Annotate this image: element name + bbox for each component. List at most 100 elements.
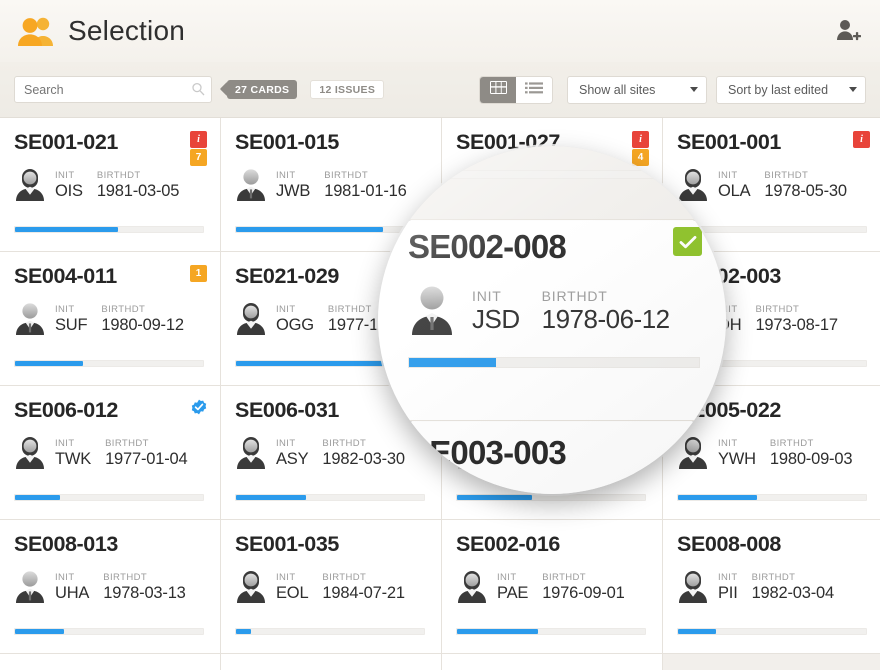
chevron-down-icon (849, 87, 857, 92)
sort-filter-select[interactable]: Sort by last edited (716, 75, 866, 104)
card-se004-011[interactable]: SE004-011 1 INIT SUF BIRTHDT 1980-09-12 (0, 252, 220, 385)
card-init-label: INIT (55, 572, 75, 584)
card-birthdt-field: BIRTHDT 1984-07-21 (322, 572, 405, 602)
add-user-icon[interactable] (832, 16, 862, 46)
magnified-fields: INIT JSD BIRTHDT 1978-06-12 (472, 288, 670, 335)
card-birthdt-field: BIRTHDT 1978-03-13 (103, 572, 186, 602)
card-fields: INIT DH BIRTHDT 1973-08-17 (718, 304, 838, 334)
site-filter-value: Show all sites (579, 82, 656, 97)
verified-badge-icon (191, 399, 207, 415)
filter-group: Show all sites Sort by last edited (567, 75, 866, 104)
card-se006-012[interactable]: SE006-012 INIT TWK BIRTHDT 1977-01-04 (0, 386, 220, 519)
info-badge[interactable]: i (190, 131, 207, 148)
magnified-row-above (378, 146, 726, 220)
grid-view-button[interactable] (480, 76, 517, 103)
magnified-init-label: INIT (472, 287, 502, 304)
card-se002-016[interactable]: SE002-016 INIT PAE BIRTHDT 1976-09-01 (442, 520, 662, 653)
card-init-value: EOL (276, 583, 309, 602)
card-progress-bar (14, 628, 204, 635)
card-init-field: INIT OGG (276, 304, 314, 334)
card-badges: i (853, 131, 870, 148)
people-icon (18, 15, 56, 47)
card-birthdt-value: 1976-09-01 (542, 583, 625, 602)
card-birthdt-label: BIRTHDT (542, 572, 586, 584)
card-birthdt-field: BIRTHDT 1980-09-12 (101, 304, 184, 334)
card-init-label: INIT (55, 170, 75, 182)
card-fields: INIT OLA BIRTHDT 1978-05-30 (718, 170, 847, 200)
card-fields: INIT OIS BIRTHDT 1981-03-05 (55, 170, 180, 200)
card-progress-bar (456, 494, 646, 501)
card-birthdt-value: 1977-01-04 (105, 449, 188, 468)
avatar-male-icon (14, 301, 46, 335)
sort-filter-value: Sort by last edited (728, 82, 829, 97)
list-view-icon (525, 81, 544, 99)
magnified-next-card-title: SE003-003 (408, 434, 567, 471)
avatar-male-icon (14, 569, 46, 603)
info-badge[interactable]: i (853, 131, 870, 148)
card-empty-19 (663, 654, 880, 670)
card-se008-013[interactable]: SE008-013 INIT UHA BIRTHDT 1978-03-13 (0, 520, 220, 653)
card-birthdt-value: 1978-05-30 (764, 181, 847, 200)
card-init-field: INIT SUF (55, 304, 88, 334)
search-input[interactable] (14, 76, 212, 103)
card-birthdt-label: BIRTHDT (101, 304, 146, 316)
card-se001-021[interactable]: SE001-021 i 7 INIT OIS BIRTHDT 1981-03-05 (0, 118, 220, 251)
card-progress-bar (235, 628, 425, 635)
card-progress-bar (677, 494, 867, 501)
magnifier-lens: SE002-008 INIT JSD BIRTHDT 1978-06-12 SE… (378, 146, 726, 494)
card-birthdt-label: BIRTHDT (755, 304, 800, 316)
card-init-field: INIT PAE (497, 572, 529, 602)
magnified-card-title: SE002-008 (408, 228, 567, 265)
card-progress-bar (456, 628, 646, 635)
card-init-field: INIT TWK (55, 438, 91, 468)
card-init-value: OGG (276, 315, 314, 334)
magnifier-content: SE002-008 INIT JSD BIRTHDT 1978-06-12 SE… (378, 146, 726, 494)
card-init-value: PAE (497, 583, 529, 602)
card-fields: INIT YWH BIRTHDT 1980-09-03 (718, 438, 853, 468)
card-body: INIT PII BIRTHDT 1982-03-04 (677, 569, 867, 603)
card-progress-bar (235, 494, 425, 501)
card-body: INIT TWK BIRTHDT 1977-01-04 (14, 435, 204, 469)
card-se001-035[interactable]: SE001-035 INIT EOL BIRTHDT 1984-07-21 (221, 520, 441, 653)
issues-count-badge: 12 ISSUES (310, 80, 385, 99)
toolbar: 27 CARDS 12 ISSUES (0, 62, 880, 118)
card-init-value: SUF (55, 315, 88, 334)
card-init-value: PII (718, 583, 738, 602)
card-fields: INIT PAE BIRTHDT 1976-09-01 (497, 572, 625, 602)
card-title: SE008-008 (677, 532, 781, 556)
card-progress-bar (14, 360, 204, 367)
card-body: INIT EOL BIRTHDT 1984-07-21 (235, 569, 425, 603)
view-toggle (479, 75, 554, 104)
card-init-label: INIT (55, 438, 75, 450)
card-se008-008[interactable]: SE008-008 INIT PII BIRTHDT 1982-03-04 (663, 520, 880, 653)
avatar-male-icon (408, 283, 456, 335)
search-field[interactable] (14, 76, 212, 103)
card-birthdt-label: BIRTHDT (105, 438, 149, 450)
card-fields: INIT OGG BIRTHDT 1977-11- (276, 304, 391, 334)
avatar-female-icon (456, 569, 488, 603)
card-title: SE001-021 (14, 130, 118, 154)
card-birthdt-field: BIRTHDT 1978-05-30 (764, 170, 847, 200)
count-badge[interactable]: 1 (190, 265, 207, 282)
list-view-button[interactable] (516, 76, 553, 103)
card-init-value: UHA (55, 583, 90, 602)
magnified-init-value: JSD (472, 303, 520, 334)
card-se003-014[interactable]: SE003-014 (0, 654, 220, 670)
card-se002-006[interactable]: SE002-006 (221, 654, 441, 670)
avatar-male-icon (235, 167, 267, 201)
card-birthdt-field: BIRTHDT 1973-08-17 (755, 304, 838, 334)
card-fields: INIT PII BIRTHDT 1982-03-04 (718, 572, 834, 602)
card-progress-bar (677, 628, 867, 635)
count-badge[interactable]: 7 (190, 149, 207, 166)
avatar-female-icon (14, 167, 46, 201)
card-birthdt-field: BIRTHDT 1981-03-05 (97, 170, 180, 200)
card-fields: INIT TWK BIRTHDT 1977-01-04 (55, 438, 188, 468)
card-init-value: OIS (55, 181, 83, 200)
magnified-birthdt-field: BIRTHDT 1978-06-12 (542, 288, 671, 335)
site-filter-select[interactable]: Show all sites (567, 75, 707, 104)
card-se001-005[interactable]: SE001-005 (442, 654, 662, 670)
card-body: INIT PAE BIRTHDT 1976-09-01 (456, 569, 646, 603)
magnified-progress-bar (408, 357, 700, 368)
card-progress-bar (14, 226, 204, 233)
card-title: SE008-013 (14, 532, 118, 556)
